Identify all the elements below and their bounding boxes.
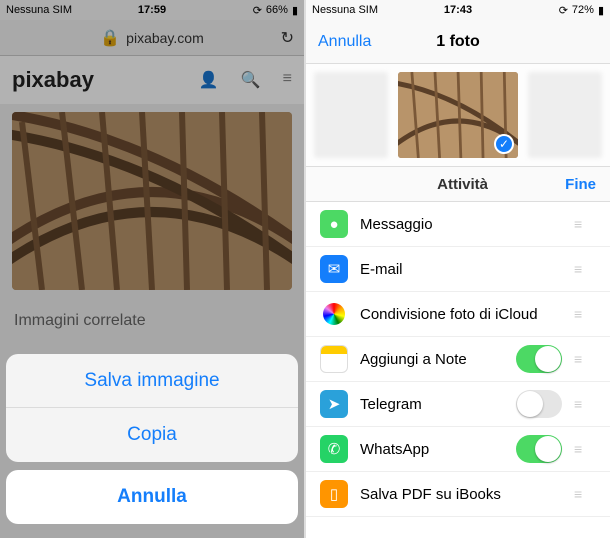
done-button[interactable]: Fine <box>565 176 596 193</box>
row-label: Condivisione foto di iCloud <box>360 306 562 323</box>
left-screen: Nessuna SIM 17:59 ⟳ 66% ▮ 🔒 pixabay.com … <box>0 0 304 538</box>
row-label: Telegram <box>360 396 504 413</box>
row-label: WhatsApp <box>360 441 504 458</box>
reorder-grip-icon[interactable]: ≡ <box>574 441 596 457</box>
carrier: Nessuna SIM <box>312 4 378 16</box>
activity-row-telegram[interactable]: ➤ Telegram ≡ <box>306 382 610 427</box>
ibooks-icon: ▯ <box>320 480 348 508</box>
toggle-note[interactable] <box>516 345 562 373</box>
nav-title: 1 foto <box>436 33 480 51</box>
whatsapp-icon: ✆ <box>320 435 348 463</box>
battery-pct: 72% <box>572 4 594 16</box>
activity-list: ●Messaggio≡✉E-mail≡Condivisione foto di … <box>306 202 610 517</box>
notes-icon <box>320 345 348 373</box>
nav-bar: Annulla 1 foto <box>306 20 610 64</box>
thumb-adjacent[interactable] <box>528 72 602 158</box>
thumb-adjacent[interactable] <box>314 72 388 158</box>
email-icon: ✉ <box>320 255 348 283</box>
row-label: Salva PDF su iBooks <box>360 486 562 503</box>
status-bar: Nessuna SIM 17:43 ⟳ 72% ▮ <box>306 0 610 20</box>
row-label: E-mail <box>360 261 562 278</box>
activity-row-whatsapp[interactable]: ✆ WhatsApp ≡ <box>306 427 610 472</box>
copy-button[interactable]: Copia <box>6 408 298 462</box>
reorder-grip-icon[interactable]: ≡ <box>574 306 596 322</box>
clock: 17:43 <box>444 4 472 16</box>
nav-cancel-button[interactable]: Annulla <box>318 33 371 51</box>
right-screen: Nessuna SIM 17:43 ⟳ 72% ▮ Annulla 1 foto… <box>306 0 610 538</box>
activity-row-ibooks[interactable]: ▯ Salva PDF su iBooks ≡ <box>306 472 610 517</box>
section-title: Attività <box>360 176 565 193</box>
activity-row-note[interactable]: Aggiungi a Note ≡ <box>306 337 610 382</box>
reorder-grip-icon[interactable]: ≡ <box>574 351 596 367</box>
activity-row-icloud[interactable]: Condivisione foto di iCloud ≡ <box>306 292 610 337</box>
telegram-icon: ➤ <box>320 390 348 418</box>
thumbnail-selected[interactable]: ✓ <box>398 72 518 158</box>
battery-icon: ▮ <box>598 4 604 17</box>
activity-row-messaggio[interactable]: ● Messaggio ≡ <box>306 202 610 247</box>
thumbnail-strip: ✓ <box>306 64 610 166</box>
reorder-grip-icon[interactable]: ≡ <box>574 396 596 412</box>
cancel-button[interactable]: Annulla <box>6 470 298 524</box>
photos-icon <box>323 303 345 325</box>
lock-icon: ⟳ <box>559 4 568 17</box>
activity-row-email[interactable]: ✉ E-mail ≡ <box>306 247 610 292</box>
reorder-grip-icon[interactable]: ≡ <box>574 261 596 277</box>
save-image-button[interactable]: Salva immagine <box>6 354 298 408</box>
row-label: Messaggio <box>360 216 562 233</box>
row-label: Aggiungi a Note <box>360 351 504 368</box>
toggle-telegram[interactable] <box>516 390 562 418</box>
reorder-grip-icon[interactable]: ≡ <box>574 486 596 502</box>
reorder-grip-icon[interactable]: ≡ <box>574 216 596 232</box>
section-header: Attività Fine <box>306 166 610 202</box>
messaggio-icon: ● <box>320 210 348 238</box>
toggle-whatsapp[interactable] <box>516 435 562 463</box>
check-icon: ✓ <box>494 134 514 154</box>
action-sheet: Salva immagine Copia Annulla <box>6 354 298 532</box>
